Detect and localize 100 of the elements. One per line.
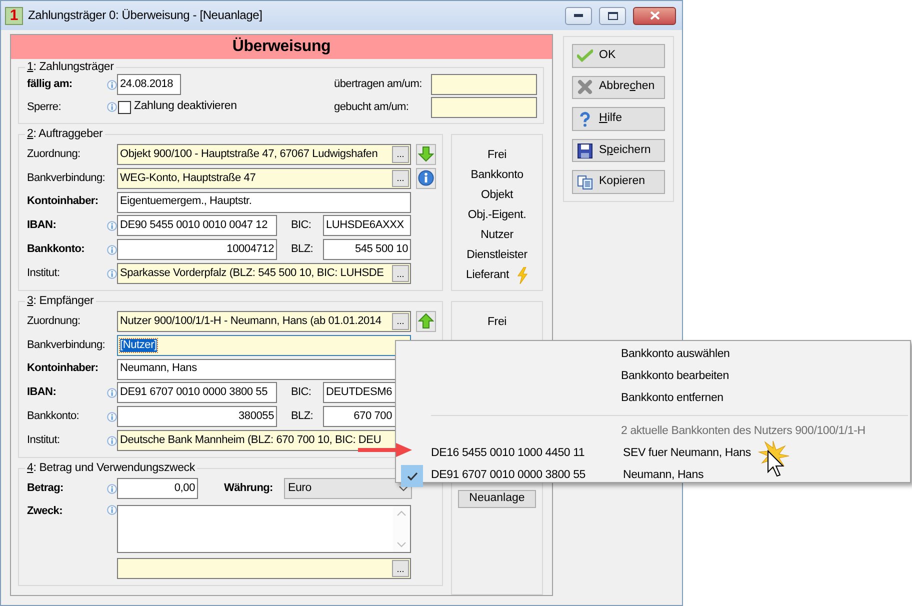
mouse-cursor-drawing	[756, 440, 790, 478]
input-field[interactable]: [Nutzer]	[117, 334, 411, 356]
group-title: 1: Zahlungsträger	[25, 61, 116, 74]
group-title: 2: Auftraggeber	[25, 128, 105, 141]
dialog-button[interactable]: Hilfe	[572, 107, 665, 131]
checkbox[interactable]	[118, 100, 131, 114]
form-header: Überweisung	[11, 35, 552, 59]
field-label: übertragen am/um:	[334, 78, 423, 92]
field-label: Zweck:	[27, 505, 64, 518]
input-field[interactable]: ...	[117, 558, 411, 579]
date-field[interactable]: 24.08.2018	[117, 74, 181, 96]
chevron-down-icon	[399, 486, 408, 492]
side-button[interactable]	[416, 168, 436, 189]
maximize-icon	[608, 12, 618, 20]
check-icon	[406, 472, 418, 480]
dialog-button[interactable]: Abbrechen	[572, 76, 665, 100]
field-label: BIC:	[291, 219, 312, 232]
ellipsis-button[interactable]: ...	[392, 146, 409, 163]
field-label: Institut:	[27, 434, 61, 448]
menu-item[interactable]: DE16 5455 0010 1000 4450 11	[431, 447, 623, 461]
app-icon: 1	[5, 6, 23, 24]
input-field[interactable]: Eigentuemergem., Hauptstr.	[117, 192, 411, 213]
copy-icon	[577, 174, 593, 190]
field-label: Währung:	[224, 482, 274, 496]
input-field[interactable]: DE91 6707 0010 0000 3800 55	[117, 382, 277, 404]
field-label: IBAN:	[27, 386, 58, 400]
role-option[interactable]: Nutzer	[480, 225, 514, 245]
selected-text: [Nutzer]	[120, 338, 157, 352]
menu-item[interactable]: Bankkonto bearbeiten	[621, 370, 729, 384]
input-field[interactable]: WEG-Konto, Hauptstraße 47 ...	[117, 168, 411, 189]
field-label: Bankverbindung:	[27, 172, 106, 185]
input-field[interactable]: Nutzer 900/100/1/1-H - Neumann, Hans (ab 01.01.2014 ...	[117, 310, 411, 332]
input-field[interactable]: Objekt 900/100 - Hauptstraße 47, 67067 Ludwigshafen ...	[117, 144, 411, 165]
role-option[interactable]: Frei	[487, 312, 506, 332]
role-option[interactable]: Frei	[487, 145, 506, 165]
amount-field[interactable]: 0,00	[117, 478, 198, 499]
ellipsis-button[interactable]: ...	[392, 265, 409, 282]
close-icon	[650, 11, 660, 20]
checkbox-label: Zahlung deaktivieren	[134, 100, 237, 114]
field-label: fällig am:	[27, 78, 74, 92]
scroll-down-icon	[397, 542, 406, 548]
field-label: Betrag:	[27, 482, 64, 496]
field-label: Bankverbindung:	[27, 338, 106, 352]
field-label: Zuordnung:	[27, 148, 82, 161]
menu-item[interactable]: DE91 6707 0010 0000 3800 55	[431, 469, 623, 483]
cross-icon	[577, 79, 593, 96]
menu-item[interactable]: Bankkonto entfernen	[621, 392, 724, 406]
menu-item[interactable]: Neumann, Hans	[623, 469, 704, 483]
field-label: Bankkonto:	[27, 243, 86, 256]
role-option[interactable]: Lieferant	[466, 265, 509, 285]
field-label: Kontoinhaber:	[27, 195, 100, 209]
new-button[interactable]: Neuanlage	[458, 490, 536, 508]
close-button[interactable]	[633, 6, 676, 24]
field-label: BLZ:	[291, 410, 314, 424]
field-label: Zuordnung:	[27, 314, 82, 328]
arrow-up-icon	[418, 313, 434, 330]
info-icon	[418, 170, 434, 186]
role-option[interactable]: Dienstleister	[466, 245, 528, 265]
scroll-up-icon	[397, 510, 406, 516]
side-button[interactable]	[416, 310, 436, 332]
check-icon	[577, 48, 593, 64]
field-label: Institut:	[27, 266, 61, 280]
field-label: BIC:	[291, 386, 312, 400]
ellipsis-button[interactable]: ...	[392, 170, 409, 187]
menu-item[interactable]: Bankkonto auswählen	[621, 348, 730, 362]
input-field[interactable]: DE90 5455 0010 0010 0047 12	[117, 215, 277, 236]
window-title: Zahlungsträger 0: Überweisung - [Neuanlage]	[28, 8, 264, 23]
field-label: BLZ:	[291, 243, 314, 256]
side-button[interactable]	[416, 144, 436, 165]
input-field[interactable]: LUHSDE6AXXX	[323, 215, 411, 236]
info-icon	[107, 80, 117, 90]
group-title: 3: Empfänger	[25, 295, 96, 308]
arrow-down-icon	[418, 146, 434, 162]
ellipsis-button[interactable]: ...	[392, 560, 409, 577]
dialog-button[interactable]: Speichern	[572, 138, 665, 162]
field-label: Sperre:	[27, 100, 62, 114]
dialog-button[interactable]: OK	[572, 44, 665, 68]
input-field[interactable]: 545 500 10	[323, 239, 411, 260]
maximize-button[interactable]	[599, 6, 626, 24]
field-label: IBAN:	[27, 219, 58, 232]
menu-heading: 2 aktuelle Bankkonten des Nutzers 900/100/1/1-H	[621, 425, 866, 439]
role-option[interactable]: Objekt	[480, 185, 514, 205]
role-option[interactable]: Obj.-Eigent.	[468, 205, 526, 225]
minimize-button[interactable]	[565, 6, 592, 24]
info-icon	[107, 505, 117, 515]
text-area[interactable]	[117, 505, 411, 553]
currency-dropdown[interactable]: Euro	[284, 478, 412, 499]
input-field[interactable]	[431, 74, 537, 96]
menu-item[interactable]: SEV fuer Neumann, Hans	[623, 447, 751, 461]
info-icon	[107, 484, 117, 494]
ellipsis-button[interactable]: ...	[392, 312, 409, 330]
input-field[interactable]: 10004712	[117, 239, 277, 260]
dialog-button[interactable]: Kopieren	[572, 170, 665, 194]
input-field[interactable]: Sparkasse Vorderpfalz (BLZ: 545 500 10, BIC: LUHSDE ...	[117, 263, 411, 284]
group-title: 4: Betrag und Verwendungszweck	[25, 462, 197, 475]
input-field[interactable]	[431, 96, 537, 118]
field-label: gebucht am/um:	[334, 100, 410, 114]
field-label: Kontoinhaber:	[27, 362, 100, 376]
input-field[interactable]: 380055	[117, 406, 277, 428]
role-option[interactable]: Bankkonto	[470, 165, 524, 185]
